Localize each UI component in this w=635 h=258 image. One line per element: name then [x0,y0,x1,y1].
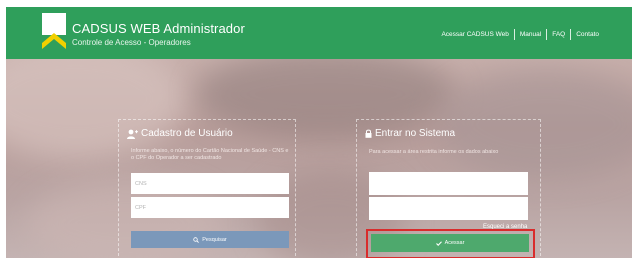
page: CADSUS WEB Administrador Controle de Ace… [6,7,632,258]
nav-link-contato[interactable]: Contato [571,31,604,38]
login-panel: Entrar no Sistema Para acessar a área re… [356,119,541,258]
cns-input[interactable]: CNS [131,173,289,194]
user-add-icon [127,129,138,139]
lock-icon [365,129,372,138]
background-photo: Cadastro de Usuário Informe abaixo, o nú… [6,59,632,258]
password-input[interactable] [369,197,528,220]
login-description: Para acessar a área restrita informe os … [369,149,499,155]
cpf-input[interactable]: CPF [131,197,289,218]
search-button[interactable]: Pesquisar [131,231,289,248]
username-input[interactable] [369,172,528,195]
nav-link-acessar-cadsus[interactable]: Acessar CADSUS Web [436,31,513,38]
header-bar: CADSUS WEB Administrador Controle de Ace… [6,7,632,59]
highlight-box [366,229,535,258]
register-description: Informe abaixo, o número do Cartão Nacio… [131,148,289,161]
cadsus-logo-icon [42,13,66,49]
nav-link-manual[interactable]: Manual [515,31,546,38]
nav-link-faq[interactable]: FAQ [547,31,570,38]
register-title-text: Cadastro de Usuário [141,128,233,139]
app-title: CADSUS WEB Administrador [72,21,245,36]
register-panel: Cadastro de Usuário Informe abaixo, o nú… [118,119,296,258]
login-title: Entrar no Sistema [365,128,455,139]
register-title: Cadastro de Usuário [127,128,233,139]
top-nav: Acessar CADSUS Web Manual FAQ Contato [436,29,604,40]
search-button-label: Pesquisar [202,236,227,243]
login-title-text: Entrar no Sistema [375,128,456,139]
app-subtitle: Controle de Acesso - Operadores [72,38,191,47]
search-icon [193,236,200,243]
